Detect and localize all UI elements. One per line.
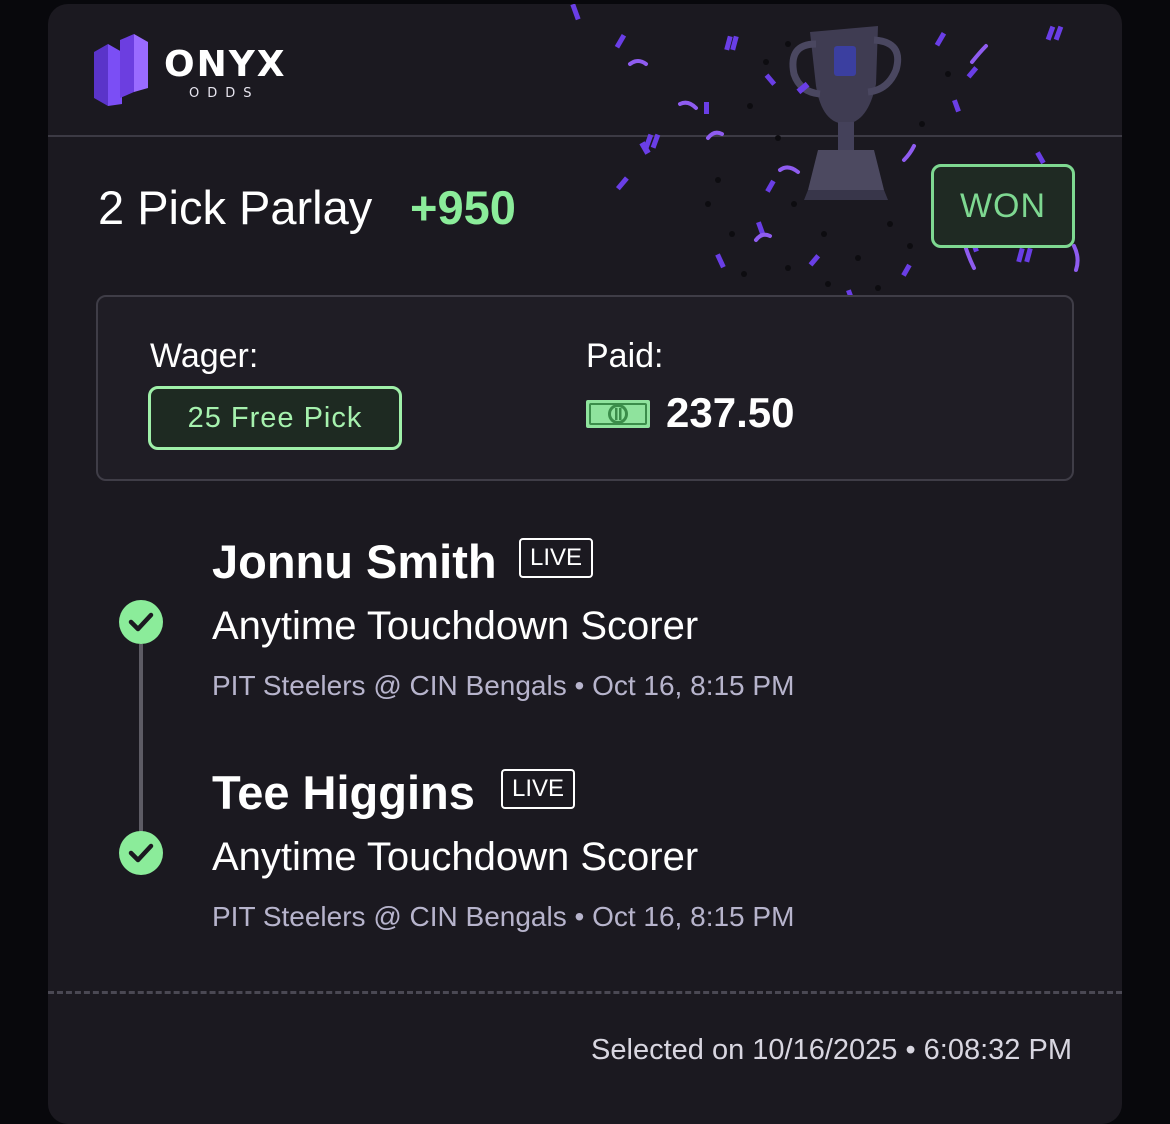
- pick-market: Anytime Touchdown Scorer: [212, 604, 699, 648]
- paid-label: Paid:: [586, 337, 664, 375]
- check-circle-icon: [119, 600, 163, 644]
- pick-player-name: Jonnu Smith: [212, 535, 497, 588]
- bet-title: 2 Pick Parlay: [98, 181, 373, 234]
- bet-card: ONYX ODDS 2 Pick Parlay +950 WON Wager: …: [48, 4, 1122, 1124]
- live-badge: LIVE: [519, 538, 594, 578]
- wager-value-pill: 25 Free Pick: [148, 386, 402, 450]
- status-badge: WON: [931, 164, 1075, 248]
- pick-market: Anytime Touchdown Scorer: [212, 835, 699, 879]
- onyx-logo-icon: [94, 34, 148, 106]
- cash-icon: [586, 400, 650, 428]
- paid-value: 237.50: [666, 389, 795, 436]
- pick-game-info: PIT Steelers @ CIN Bengals • Oct 16, 8:1…: [212, 670, 795, 701]
- wager-label: Wager:: [150, 337, 259, 375]
- pick-game-info: PIT Steelers @ CIN Bengals • Oct 16, 8:1…: [212, 901, 795, 932]
- live-badge: LIVE: [501, 769, 576, 809]
- pick-player-name: Tee Higgins: [212, 766, 475, 819]
- selected-timestamp: Selected on 10/16/2025 • 6:08:32 PM: [591, 1034, 1072, 1066]
- check-circle-icon: [119, 831, 163, 875]
- bet-odds: +950: [410, 181, 516, 234]
- timeline-connector: [139, 644, 143, 839]
- wager-summary: Wager: 25 Free Pick Paid: 237.50: [96, 295, 1074, 481]
- brand-subtitle: ODDS: [189, 86, 260, 101]
- brand-name: ONYX: [164, 44, 287, 85]
- footer-divider: [48, 991, 1122, 994]
- trophy-icon: [789, 26, 902, 200]
- confetti-decoration: [570, 4, 1080, 303]
